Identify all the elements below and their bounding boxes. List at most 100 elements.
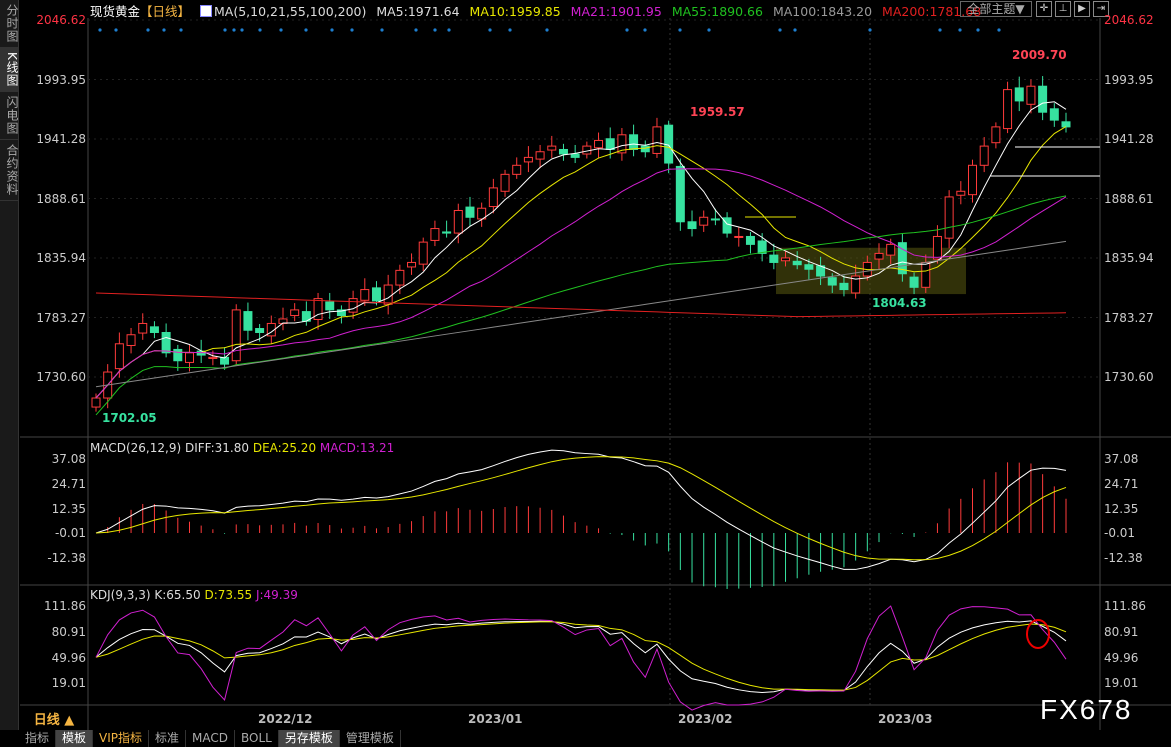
axis-tick-label: 19.01 [51,676,86,690]
axis-tick-label: 1730.60 [1104,370,1154,384]
tab-template[interactable]: 模板 [56,730,94,747]
kline-chart[interactable] [0,0,1171,747]
candle [804,264,814,270]
candle [418,241,428,265]
axis-tick-label: 49.96 [51,651,86,665]
ma100-line [95,240,1067,388]
macd-label: MACD(26,12,9) [90,441,182,455]
signal-dot [114,28,118,32]
candle [734,235,744,238]
candle [1003,89,1013,130]
axis-tick-label: 49.96 [1104,651,1139,665]
candle [91,397,101,408]
signal-dot [162,28,166,32]
macd-dea-line [95,456,1067,561]
tab-manage-template[interactable]: 管理模板 [340,730,401,747]
candle [921,261,931,288]
candle [325,301,335,311]
candle [208,356,218,359]
signal-dot [778,28,782,32]
candle [640,145,650,153]
candle [488,187,498,208]
candle [523,156,533,163]
signal-dot [330,28,334,32]
candle [407,261,417,268]
candle [968,164,978,196]
axis-tick-label: 1835.94 [36,251,86,265]
axis-tick-label: 1783.27 [36,310,86,325]
annotation-low: 1702.05 [102,411,157,425]
candle [430,228,440,241]
candle [839,282,849,291]
candle [231,309,241,362]
axis-tick-label: -0.01 [1104,526,1136,540]
candle [1026,85,1036,105]
axis-tick-label: 1941.28 [36,132,86,146]
signal-dot [179,28,183,32]
date-label: 2023/01 [468,712,523,726]
axis-tick-label: 1888.61 [1104,191,1154,206]
signal-dot [625,28,629,32]
signal-dot [433,28,437,32]
period-button[interactable]: 日线 ▲ [20,712,88,730]
axis-tick-label: 1835.94 [1104,251,1154,265]
candle [979,145,989,166]
candle [1061,121,1071,128]
axis-tick-label: -0.01 [54,526,86,540]
signal-dot [793,28,797,32]
axis-tick-label: -12.38 [1104,551,1143,565]
signal-dot [545,28,549,32]
annotation-high: 1959.57 [690,105,745,119]
candle [442,231,452,234]
axis-tick-label: 111.86 [1104,599,1146,613]
candle [126,334,136,346]
axis-tick-label: 12.35 [51,502,86,516]
candle [360,289,370,301]
candle [348,298,358,313]
candle [535,151,545,160]
tab-boll[interactable]: BOLL [235,730,279,747]
candle [290,309,300,317]
candle [909,276,919,288]
candle [605,138,615,150]
signal-dot [997,28,1001,32]
signal-dot [232,28,236,32]
candle [500,173,510,192]
axis-tick-label: 1993.95 [36,72,86,87]
axis-tick-label: 1888.61 [36,191,86,206]
axis-tick-label: -12.38 [47,551,86,565]
signal-dot [279,28,283,32]
candle [1014,87,1024,102]
axis-tick-label: 2046.62 [36,13,86,27]
signal-dot [98,28,102,32]
candle [371,287,381,302]
candle [769,254,779,263]
kdj-j: J:49.39 [255,588,298,602]
axis-tick-label: 1730.60 [36,370,86,384]
signal-dot [414,28,418,32]
signal-dot [146,28,150,32]
macd-value: MACD:13.21 [319,441,395,455]
annotation-low2: 1804.63 [872,296,927,310]
signal-dot [678,28,682,32]
tab-vip[interactable]: VIP指标 [93,730,150,747]
signal-dot [707,28,711,32]
signal-dot [868,28,872,32]
annotation-high2: 2009.70 [1012,48,1067,62]
bottom-tabs: 指标 模板 VIP指标 标准 MACD BOLL 另存模板 管理模板 [19,730,1171,747]
signal-dot [508,28,512,32]
tab-indicators[interactable]: 指标 [19,730,57,747]
axis-tick-label: 19.01 [1104,676,1139,690]
tab-save-template[interactable]: 另存模板 [278,730,340,747]
candle [991,126,1001,144]
candle [710,218,720,221]
tab-macd[interactable]: MACD [186,730,236,747]
tab-standard[interactable]: 标准 [149,730,187,747]
candle [956,190,966,196]
candle [114,343,124,370]
axis-tick-label: 1993.95 [1104,72,1154,87]
axis-tick-label: 37.08 [51,452,86,466]
macd-diff: DIFF:31.80 [184,441,250,455]
kdj-d: D:73.55 [204,588,253,602]
macd-diff-line [95,449,1067,570]
